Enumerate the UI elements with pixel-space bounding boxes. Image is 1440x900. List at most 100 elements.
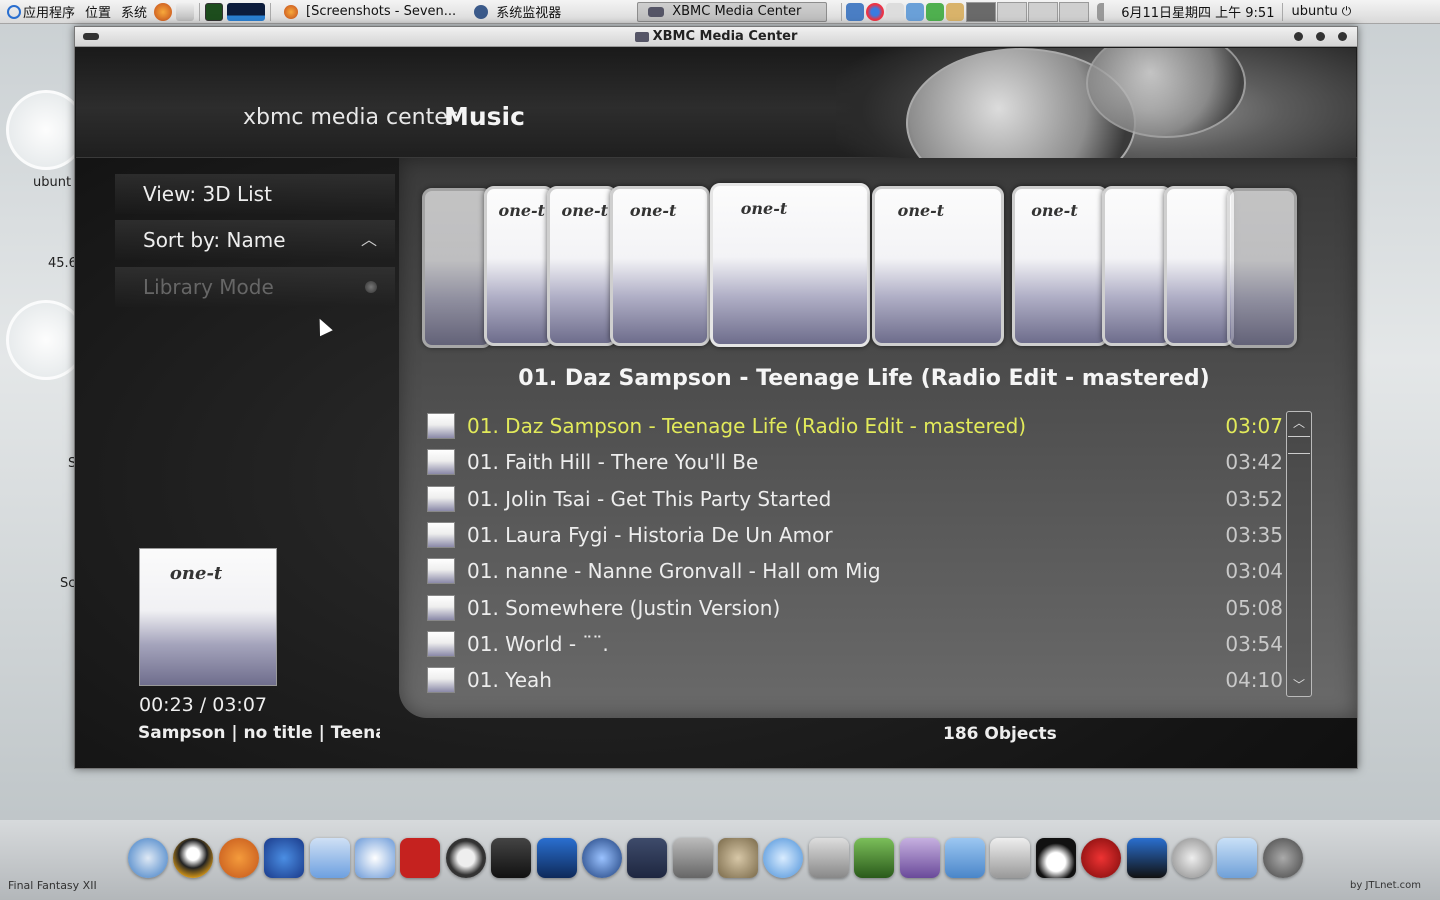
package-icon[interactable] [946, 2, 965, 21]
cursor-app-icon[interactable] [1126, 838, 1167, 878]
song-list-scrollbar[interactable]: ︿ ﹀ [1286, 411, 1312, 697]
desktop-icon-label[interactable]: ubunt [33, 175, 71, 190]
browser-globe-icon[interactable] [763, 838, 804, 878]
volume-icon[interactable] [1097, 2, 1116, 21]
coverflow-cover[interactable] [1164, 186, 1234, 346]
song-row[interactable]: 01. Yeah 04:10 [427, 662, 1287, 698]
desktop-icon-label[interactable]: 45.6 [48, 256, 77, 271]
tux-penguin-icon[interactable] [1035, 838, 1076, 878]
window-titlebar[interactable]: XBMC Media Center [75, 27, 1357, 47]
album-logo: one-t [740, 198, 788, 218]
green-app-icon[interactable] [926, 2, 945, 21]
workspace-1[interactable] [966, 1, 997, 22]
coverflow-cover[interactable]: one-t [872, 186, 1004, 346]
xbmc-screen: xbmc media center Music View: 3D List So… [76, 48, 1357, 768]
song-title: 01. nanne - Nanne Gronvall - Hall om Mig [467, 559, 881, 584]
coverflow-cover[interactable]: one-t [484, 186, 554, 346]
qq-icon[interactable] [173, 838, 214, 878]
song-row[interactable]: 01. nanne - Nanne Gronvall - Hall om Mig… [427, 553, 1287, 589]
coverflow-cover[interactable]: one-t [610, 186, 710, 346]
workspace-2[interactable] [997, 1, 1028, 22]
photo-icon[interactable] [906, 2, 925, 21]
workspace-3[interactable] [1028, 1, 1059, 22]
places-menu[interactable]: 位置 [80, 0, 116, 24]
song-row[interactable]: 01. Somewhere (Justin Version) 05:08 [427, 589, 1287, 625]
mail-icon[interactable] [176, 2, 195, 21]
mouse-cursor-icon [313, 315, 333, 337]
task-system-monitor[interactable]: 系统监视器 [464, 2, 569, 22]
user-menu[interactable]: ubuntu ⏻ [1286, 0, 1356, 24]
chrome-icon[interactable] [866, 2, 885, 21]
media-player-icon[interactable] [581, 838, 622, 878]
coverflow-cover[interactable] [422, 188, 492, 348]
favorites-folder-icon[interactable] [1217, 838, 1258, 878]
safari-icon[interactable] [128, 838, 168, 878]
clapper-icon[interactable] [536, 838, 577, 878]
song-row[interactable]: 01. Laura Fygi - Historia De Un Amor 03:… [427, 517, 1287, 553]
filezilla-icon[interactable] [400, 838, 441, 878]
dock [128, 838, 1308, 884]
shutdown-icon[interactable] [1262, 838, 1303, 878]
photo-grid-icon[interactable] [899, 838, 940, 878]
scroll-up-icon[interactable]: ︿ [1287, 412, 1311, 434]
task-screenshots[interactable]: [Screenshots - Seven... [274, 2, 464, 22]
maximize-button[interactable] [1316, 32, 1325, 41]
workspace-4[interactable] [1059, 1, 1090, 22]
network-icon[interactable] [846, 2, 865, 21]
scroll-down-icon[interactable]: ﹀ [1287, 674, 1311, 696]
minimize-button[interactable] [1294, 32, 1303, 41]
folder-icon[interactable] [945, 838, 986, 878]
album-logo: one-t [561, 201, 609, 221]
applications-menu[interactable]: 应用程序 [0, 0, 80, 24]
tux-blue-icon[interactable] [264, 838, 305, 878]
image-viewer-icon[interactable] [854, 838, 895, 878]
song-row[interactable]: 01. Daz Sampson - Teenage Life (Radio Ed… [427, 408, 1287, 444]
sort-ascending-icon[interactable]: ︿ [361, 220, 377, 260]
firefox-icon[interactable] [154, 2, 173, 21]
gimp-icon[interactable] [718, 838, 759, 878]
task-xbmc[interactable]: XBMC Media Center [637, 1, 828, 22]
song-duration: 05:08 [1225, 595, 1283, 620]
coverflow-cover[interactable] [1102, 186, 1172, 346]
coverflow-cover-selected[interactable]: one-t [710, 183, 870, 347]
camera-icon[interactable] [808, 838, 849, 878]
system-monitor-applet-icon[interactable] [227, 2, 266, 21]
coverflow[interactable]: one-t one-t one-t one-t one-t one-t [422, 183, 1302, 353]
coverflow-cover[interactable]: one-t [1012, 186, 1108, 346]
clock[interactable]: 6月11日星期四 上午 9:51 [1116, 0, 1279, 24]
song-title: 01. Yeah [467, 668, 552, 693]
song-row[interactable]: 01. Faith Hill - There You'll Be 03:42 [427, 444, 1287, 480]
xbmc-dock-icon[interactable] [627, 838, 668, 878]
sort-button[interactable]: Sort by: Name ︿ [115, 220, 395, 260]
top-panel: 应用程序 位置 系统 [Screenshots - Seven... 系统监视器… [0, 0, 1440, 24]
library-mode-toggle[interactable]: Library Mode [115, 267, 395, 307]
song-title: 01. Somewhere (Justin Version) [467, 595, 781, 620]
coverflow-cover[interactable]: one-t [547, 186, 617, 346]
song-row[interactable]: 01. Jolin Tsai - Get This Party Started … [427, 481, 1287, 517]
download-icon[interactable] [309, 838, 350, 878]
song-thumbnail [427, 522, 455, 549]
song-title: 01. Jolin Tsai - Get This Party Started [467, 486, 832, 511]
basketball-icon[interactable] [218, 838, 259, 878]
window-title: XBMC Media Center [652, 29, 798, 44]
song-row[interactable]: 01. World - ¨¨. 03:54 [427, 626, 1287, 662]
cloud-icon[interactable] [886, 2, 905, 21]
sphere-icon[interactable] [1171, 838, 1212, 878]
terminal-icon[interactable] [205, 2, 224, 21]
album-logo: one-t [1031, 201, 1078, 221]
trash-icon[interactable] [990, 838, 1031, 878]
time-machine-icon[interactable] [445, 838, 486, 878]
clock-app-icon[interactable] [1081, 838, 1122, 878]
network-globe-icon[interactable] [354, 838, 395, 878]
coverflow-cover[interactable] [1227, 188, 1297, 348]
song-thumbnail [427, 485, 455, 512]
window-menu-icon[interactable] [83, 33, 99, 40]
song-list[interactable]: 01. Daz Sampson - Teenage Life (Radio Ed… [427, 408, 1287, 698]
system-menu[interactable]: 系统 [116, 0, 152, 24]
tools-icon[interactable] [672, 838, 713, 878]
activity-monitor-icon[interactable] [491, 838, 532, 878]
album-logo: one-t [629, 201, 677, 221]
close-button[interactable] [1338, 32, 1347, 41]
view-button[interactable]: View: 3D List [115, 174, 395, 214]
scrollbar-thumb[interactable] [1288, 436, 1310, 454]
